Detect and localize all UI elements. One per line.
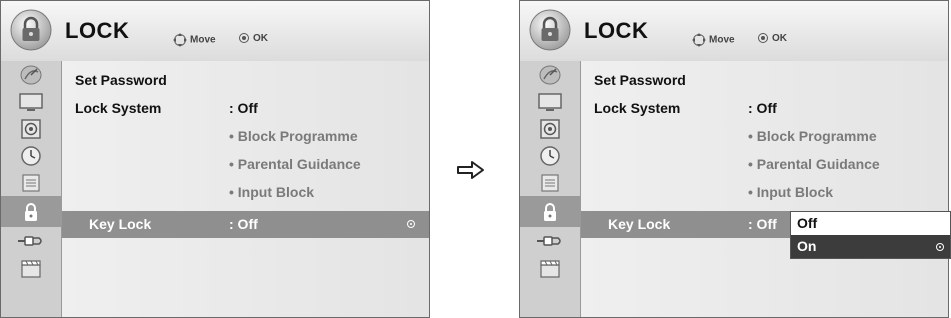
block-programme-label: • Block Programme	[748, 128, 877, 144]
speaker-icon	[540, 118, 560, 139]
menu-title: LOCK	[584, 18, 649, 43]
lock-icon	[25, 202, 37, 221]
menu-row-parental-guidance[interactable]: • Parental Guidance	[62, 151, 429, 178]
menu-header: LOCK Move OK	[520, 1, 948, 62]
dropdown-option-off[interactable]: Off	[791, 212, 950, 235]
key-lock-label: Key Lock	[608, 216, 671, 232]
move-hint: Move	[692, 33, 735, 47]
sidebar-item-audio[interactable]	[520, 115, 580, 142]
directional-pad-icon	[173, 33, 187, 47]
sidebar-item-time[interactable]	[520, 142, 580, 169]
dropdown-option-off-label: Off	[797, 215, 818, 231]
sidebar-item-lock[interactable]	[1, 196, 61, 227]
input-block-label: • Input Block	[229, 184, 315, 200]
key-lock-value: : Off	[229, 216, 258, 232]
set-password-label: Set Password	[75, 72, 167, 88]
ok-hint-label: OK	[772, 33, 787, 44]
lock-icon	[10, 9, 52, 51]
parental-guidance-label: • Parental Guidance	[229, 156, 361, 172]
clapperboard-icon	[540, 259, 560, 278]
lock-system-value: : Off	[748, 100, 777, 116]
satellite-dish-icon	[539, 65, 561, 84]
lock-system-label: Lock System	[75, 100, 162, 116]
key-lock-label: Key Lock	[89, 216, 152, 232]
dropdown-option-on-label: On	[797, 238, 817, 254]
options-icon	[22, 173, 40, 192]
menu-row-lock-system[interactable]: Lock System : Off	[62, 95, 429, 122]
menu-row-block-programme[interactable]: • Block Programme	[62, 123, 429, 150]
lock-system-label: Lock System	[594, 100, 681, 116]
clock-icon	[21, 145, 41, 166]
menu-title: LOCK	[65, 18, 130, 43]
ok-button-icon	[239, 33, 249, 44]
key-lock-value: : Off	[748, 216, 777, 232]
monitor-icon	[538, 92, 562, 111]
sidebar-item-media[interactable]	[520, 254, 580, 281]
menu-row-lock-system[interactable]: Lock System : Off	[581, 95, 948, 122]
lock-icon	[544, 202, 556, 221]
menu-header: LOCK Move OK	[1, 1, 429, 62]
ok-select-icon	[407, 220, 415, 228]
lock-menu-panel-after: LOCK Move OK Set Password Lock System: …	[519, 0, 949, 318]
block-programme-label: • Block Programme	[229, 128, 358, 144]
lock-icon	[529, 9, 571, 51]
ok-select-icon	[936, 243, 944, 251]
sidebar-item-audio[interactable]	[1, 115, 61, 142]
move-hint: Move	[173, 33, 216, 47]
move-hint-label: Move	[190, 34, 216, 46]
input-plug-icon	[537, 235, 561, 246]
lock-system-value: : Off	[229, 100, 258, 116]
sidebar-item-channel[interactable]	[520, 61, 580, 88]
sidebar-item-lock[interactable]	[520, 196, 580, 227]
key-lock-dropdown: Off On	[790, 211, 951, 259]
dropdown-option-on[interactable]: On	[791, 235, 950, 258]
sidebar-item-input[interactable]	[1, 227, 61, 254]
directional-pad-icon	[692, 33, 706, 47]
transition-arrow-icon	[457, 161, 484, 179]
sidebar-item-channel[interactable]	[1, 61, 61, 88]
category-sidebar	[1, 61, 62, 317]
lock-settings-list: Set Password Lock System : Off • Block P…	[581, 61, 948, 317]
sidebar-item-picture[interactable]	[520, 88, 580, 115]
options-icon	[541, 173, 559, 192]
speaker-icon	[21, 118, 41, 139]
menu-row-set-password[interactable]: Set Password	[581, 67, 948, 94]
sidebar-item-option[interactable]	[1, 169, 61, 196]
lock-settings-list: Set Password Lock System : Off • Block P…	[62, 61, 429, 317]
satellite-dish-icon	[20, 65, 42, 84]
menu-row-parental-guidance[interactable]: • Parental Guidance	[581, 151, 948, 178]
menu-row-input-block[interactable]: • Input Block	[62, 179, 429, 206]
sidebar-item-option[interactable]	[520, 169, 580, 196]
menu-row-block-programme[interactable]: • Block Programme	[581, 123, 948, 150]
input-plug-icon	[18, 235, 42, 246]
lock-menu-panel-before: LOCK Move OK Set Password Lock System: …	[0, 0, 430, 318]
parental-guidance-label: • Parental Guidance	[748, 156, 880, 172]
sidebar-item-picture[interactable]	[1, 88, 61, 115]
menu-row-input-block[interactable]: • Input Block	[581, 179, 948, 206]
clock-icon	[540, 145, 560, 166]
input-block-label: • Input Block	[748, 184, 834, 200]
menu-row-set-password[interactable]: Set Password	[62, 67, 429, 94]
sidebar-item-media[interactable]	[1, 254, 61, 281]
set-password-label: Set Password	[594, 72, 686, 88]
ok-hint: OK	[758, 33, 787, 44]
sidebar-item-input[interactable]	[520, 227, 580, 254]
move-hint-label: Move	[709, 34, 735, 46]
sidebar-item-time[interactable]	[1, 142, 61, 169]
ok-hint-label: OK	[253, 33, 268, 44]
ok-hint: OK	[239, 33, 268, 44]
clapperboard-icon	[21, 259, 41, 278]
menu-row-key-lock[interactable]: Key Lock : Off	[62, 211, 429, 238]
monitor-icon	[19, 92, 43, 111]
ok-button-icon	[758, 33, 768, 44]
category-sidebar	[520, 61, 581, 317]
